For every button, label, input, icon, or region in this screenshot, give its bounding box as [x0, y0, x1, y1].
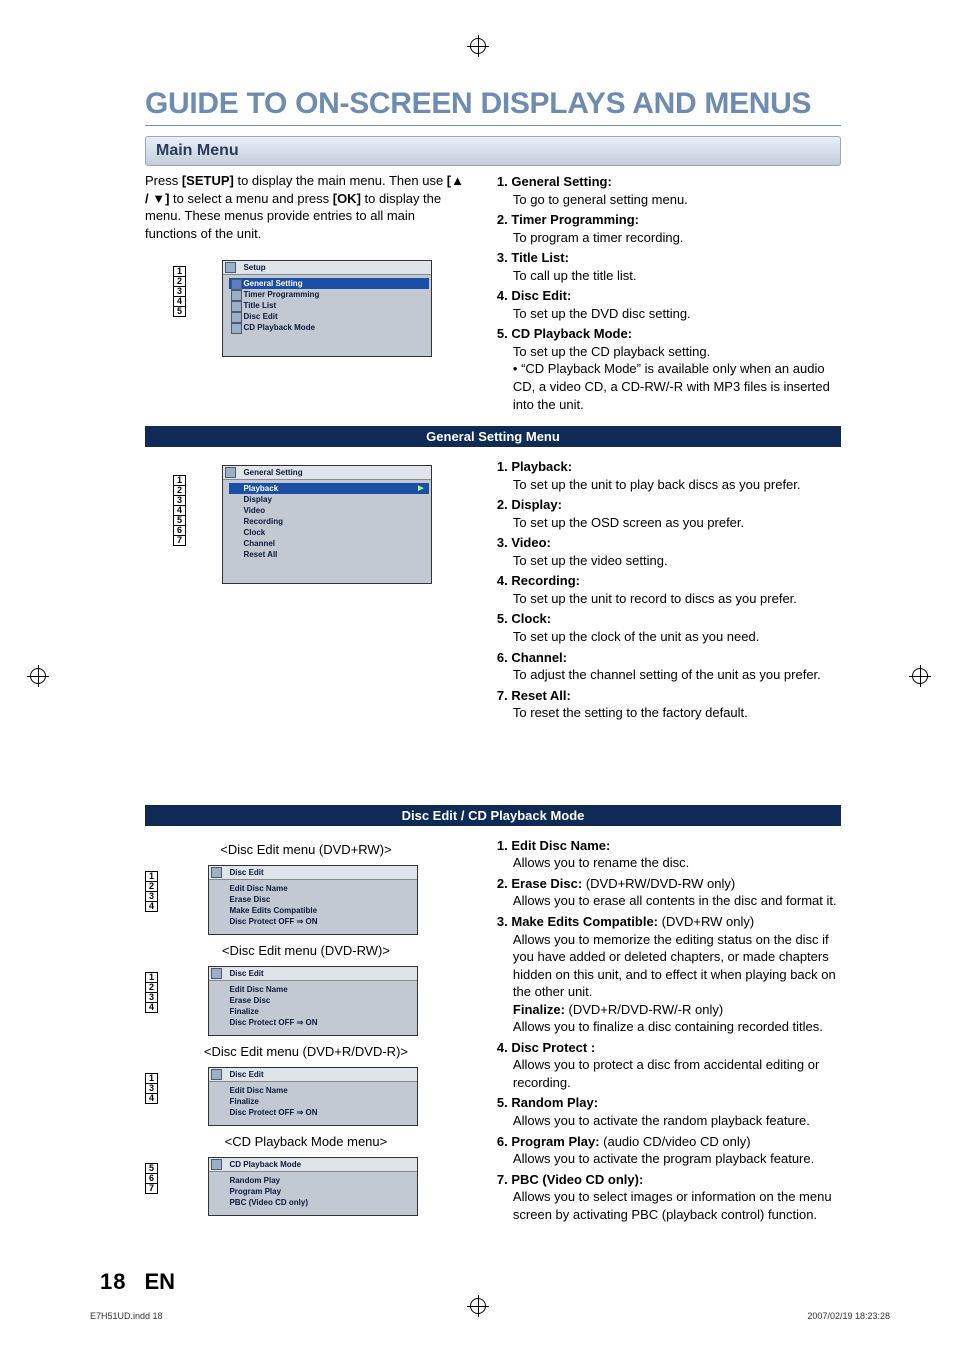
- timestamp: 2007/02/19 18:23:28: [807, 1311, 890, 1321]
- disc-edit-list: 1. Edit Disc Name:Allows you to rename t…: [497, 837, 841, 1223]
- section-heading-main-menu: Main Menu: [145, 136, 841, 166]
- print-mark-icon: [30, 668, 46, 684]
- callout-numbers: 1234: [145, 972, 158, 1012]
- divider: [145, 125, 841, 126]
- caption-dvd-rw: <Disc Edit menu (DVD-RW)>: [145, 943, 467, 958]
- page-number: 18: [100, 1269, 126, 1295]
- caption-cd-playback: <CD Playback Mode menu>: [145, 1134, 467, 1149]
- main-menu-list: 1. General Setting:To go to general sett…: [497, 173, 841, 413]
- language-code: EN: [144, 1269, 175, 1295]
- disc-icon: [211, 1069, 222, 1080]
- section-divider-general: General Setting Menu: [145, 426, 841, 447]
- general-setting-menu-screenshot: General Setting Playback▶ Display Video …: [222, 465, 432, 584]
- section-divider-disc-edit: Disc Edit / CD Playback Mode: [145, 805, 841, 826]
- caption-dvd-r: <Disc Edit menu (DVD+R/DVD-R)>: [145, 1044, 467, 1059]
- print-footer: E7H51UD.indd 18 2007/02/19 18:23:28: [90, 1311, 890, 1321]
- callout-numbers: 1234: [145, 871, 158, 911]
- callout-numbers: 567: [145, 1163, 158, 1193]
- print-mark-icon: [912, 668, 928, 684]
- disc-icon: [211, 968, 222, 979]
- general-setting-list: 1. Playback:To set up the unit to play b…: [497, 458, 841, 722]
- menu-item-icon: [231, 323, 242, 334]
- setup-icon: [225, 262, 236, 273]
- callout-numbers: 134: [145, 1073, 158, 1103]
- cd-icon: [211, 1159, 222, 1170]
- general-icon: [225, 467, 236, 478]
- page-title: GUIDE TO ON-SCREEN DISPLAYS AND MENUS: [145, 87, 841, 121]
- disc-icon: [211, 867, 222, 878]
- print-mark-icon: [470, 38, 486, 54]
- cd-playback-mode-screenshot: CD Playback Mode Random Play Program Pla…: [208, 1157, 418, 1216]
- caption-dvd-plus-rw: <Disc Edit menu (DVD+RW)>: [145, 842, 467, 857]
- disc-edit-dvd-plus-rw-screenshot: Disc Edit Edit Disc Name Erase Disc Make…: [208, 865, 418, 935]
- callout-numbers: 12345: [173, 266, 186, 316]
- intro-text: Press [SETUP] to display the main menu. …: [145, 172, 467, 242]
- file-name: E7H51UD.indd 18: [90, 1311, 163, 1321]
- disc-edit-dvd-rw-screenshot: Disc Edit Edit Disc Name Erase Disc Fina…: [208, 966, 418, 1036]
- setup-menu-screenshot: Setup General Setting Timer Programming …: [222, 260, 432, 357]
- chevron-right-icon: ▶: [418, 484, 423, 492]
- callout-numbers: 1234567: [173, 475, 186, 545]
- disc-edit-dvd-r-screenshot: Disc Edit Edit Disc Name Finalize Disc P…: [208, 1067, 418, 1126]
